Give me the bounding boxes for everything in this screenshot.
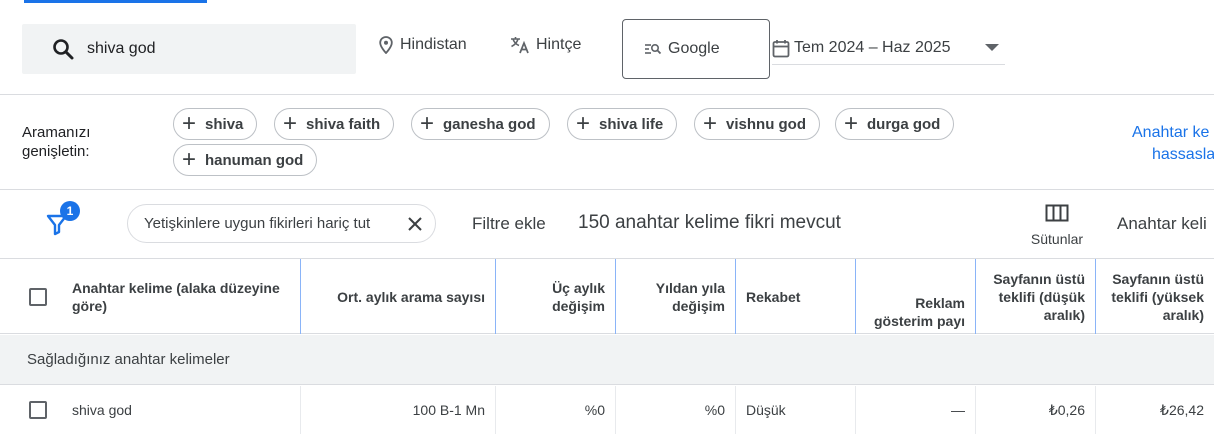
filter-count-badge: 1 (60, 201, 80, 221)
select-all-checkbox[interactable] (29, 288, 47, 306)
chip-ganesha-god[interactable]: + ganesha god (411, 108, 550, 140)
plus-icon: + (703, 110, 718, 137)
header-bid-high[interactable]: Sayfanın üstü teklifi (yüksek aralık) (1096, 259, 1214, 334)
header-three-month-change[interactable]: Üç aylık değişim (496, 259, 615, 334)
location-label: Hindistan (400, 36, 467, 53)
expand-search-label: Aramanızı genişletin: (22, 124, 91, 160)
chip-shiva-faith[interactable]: + shiva faith (274, 108, 395, 140)
close-icon[interactable] (405, 214, 425, 234)
filter-toolbar: 1 Yetişkinlere uygun fikirleri hariç tut… (0, 190, 1214, 259)
date-range-selector[interactable]: Tem 2024 – Haz 2025 (772, 35, 1005, 65)
chip-vishnu-god[interactable]: + vishnu god (694, 108, 821, 140)
search-network-selector[interactable]: Google (622, 19, 770, 79)
header-avg-searches[interactable]: Ort. aylık arama sayısı (301, 259, 495, 334)
cell-impression-share: — (951, 402, 965, 418)
header-keyword[interactable]: Anahtar kelime (alaka düzeyine göre) (72, 259, 290, 334)
search-network-icon (644, 42, 662, 56)
cell-avg-searches: 100 B-1 Mn (412, 402, 485, 418)
chip-durga-god[interactable]: + durga god (835, 108, 955, 140)
calendar-icon (772, 39, 790, 63)
plus-icon: + (576, 110, 591, 137)
table-header: Anahtar kelime (alaka düzeyine göre) Ort… (0, 259, 1214, 334)
language-label: Hintçe (536, 36, 582, 53)
location-pin-icon (378, 36, 394, 54)
group-row-provided-keywords: Sağladığınız anahtar kelimeler (0, 335, 1214, 385)
plus-icon: + (844, 110, 859, 137)
header-competition[interactable]: Rekabet (746, 259, 854, 334)
columns-icon (1024, 204, 1090, 225)
network-label: Google (668, 40, 720, 57)
chip-hanuman-god[interactable]: + hanuman god (173, 144, 318, 176)
date-range-label: Tem 2024 – Haz 2025 (794, 39, 951, 56)
chip-shiva[interactable]: + shiva (173, 108, 258, 140)
cell-keyword: shiva god (72, 402, 132, 418)
cell-divider (735, 386, 736, 434)
chip-shiva-life[interactable]: + shiva life (567, 108, 678, 140)
language-selector[interactable]: Hintçe (510, 36, 581, 54)
keyword-view-toggle[interactable]: Anahtar keli (1117, 214, 1207, 234)
header-yoy-change[interactable]: Yıldan yıla değişim (616, 259, 735, 334)
plus-icon: + (182, 146, 197, 173)
search-settings-bar: shiva god Hindistan Hintçe Google Tem 20… (0, 0, 1214, 95)
plus-icon: + (420, 110, 435, 137)
plus-icon: + (182, 110, 197, 137)
cell-bid-high: ₺26,42 (1160, 401, 1204, 418)
keyword-search-box[interactable]: shiva god (22, 24, 356, 74)
plus-icon: + (283, 110, 298, 137)
keyword-idea-count: 150 anahtar kelime fikri mevcut (578, 212, 841, 233)
cell-yoy-change: %0 (704, 402, 725, 418)
row-checkbox[interactable] (29, 401, 47, 419)
column-divider (735, 259, 736, 334)
header-bid-low[interactable]: Sayfanın üstü teklifi (düşük aralık) (976, 259, 1095, 334)
table-row[interactable]: shiva god 100 B-1 Mn %0 %0 Düşük — ₺0,26… (0, 386, 1214, 434)
location-selector[interactable]: Hindistan (378, 36, 467, 54)
columns-label: Sütunlar (1030, 231, 1084, 247)
expand-search-section: Aramanızı genişletin: + shiva + shiva fait… (0, 95, 1214, 190)
chevron-down-icon (985, 44, 999, 51)
cell-competition: Düşük (746, 402, 786, 418)
header-impression-share[interactable]: Reklam gösterim payı (856, 259, 975, 334)
refine-keywords-link[interactable]: Anahtar ke hassasla (1132, 122, 1214, 166)
columns-button[interactable]: Sütunlar (1024, 202, 1090, 252)
cell-three-month-change: %0 (584, 402, 605, 418)
cell-bid-low: ₺0,26 (1048, 401, 1085, 418)
search-icon (50, 36, 76, 62)
search-query[interactable]: shiva god (87, 40, 156, 58)
adult-ideas-filter-chip[interactable]: Yetişkinlere uygun fikirleri hariç tut (127, 204, 436, 243)
translate-icon (510, 36, 530, 54)
add-filter-button[interactable]: Filtre ekle (472, 214, 546, 234)
